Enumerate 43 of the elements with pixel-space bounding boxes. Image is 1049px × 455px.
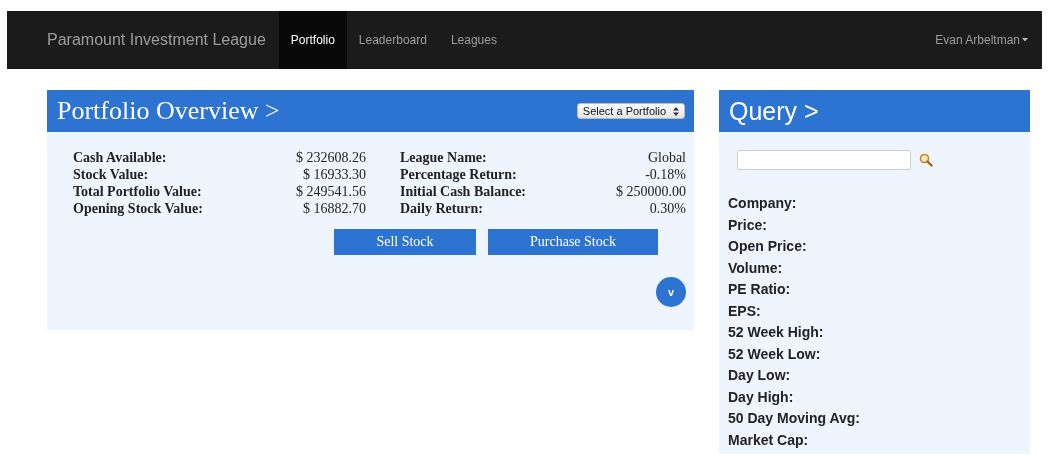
panel-title: Portfolio Overview >	[57, 96, 280, 126]
field-label: Company:	[728, 194, 798, 213]
field-label: Market Cap:	[728, 430, 810, 450]
field-label: PE Ratio:	[728, 280, 792, 299]
stat-label: Initial Cash Balance:	[400, 184, 527, 200]
stat-label: Total Portfolio Value:	[73, 184, 203, 200]
stat-label: Stock Value:	[73, 167, 150, 183]
field-label: Open Price:	[728, 237, 808, 256]
user-menu[interactable]: Evan Arbeltman	[935, 11, 1042, 69]
search-icon[interactable]	[919, 153, 933, 167]
field-label: Day High:	[728, 387, 795, 407]
stat-value: 0.30%	[648, 201, 686, 217]
portfolio-select[interactable]: Select a Portfolio	[576, 103, 685, 119]
stat-value: -0.18%	[644, 167, 686, 183]
stat-value: $ 16933.30	[302, 167, 366, 183]
field-label: Day Low:	[728, 366, 792, 385]
field-label: EPS:	[728, 301, 762, 321]
stat-label: Percentage Return:	[400, 167, 518, 183]
nav-tab[interactable]: Leagues	[438, 11, 509, 69]
stat-label: League Name:	[400, 150, 488, 166]
stat-value: $ 16882.70	[302, 201, 366, 217]
nav-tab[interactable]: Portfolio	[278, 11, 347, 69]
search-field[interactable]	[737, 150, 911, 170]
stat-label: Opening Stock Value:	[73, 201, 204, 217]
stat-value: $ 249541.56	[296, 184, 366, 200]
stat-label: Cash Available:	[73, 150, 168, 166]
sell-button[interactable]: Sell Stock	[334, 229, 476, 255]
field-label: 52 Week High:	[728, 323, 825, 342]
panel-title: Query >	[729, 96, 819, 126]
field-label: Price:	[728, 215, 768, 235]
stat-value: Global	[646, 150, 686, 166]
field-label: 52 Week Low:	[728, 344, 822, 364]
stat-value: $ 250000.00	[616, 184, 686, 200]
field-label: 50 Day Moving Avg:	[728, 409, 861, 428]
stat-value: $ 232608.26	[296, 150, 366, 166]
brand-link[interactable]: Paramount Investment League	[7, 11, 279, 69]
nav-tab[interactable]: Leaderboard	[346, 11, 439, 69]
stat-label: Daily Return:	[400, 201, 484, 217]
updown-arrows-icon[interactable]	[673, 106, 679, 116]
field-label: Volume:	[728, 258, 784, 278]
expand-button[interactable]: v	[656, 277, 686, 307]
purchase-button[interactable]: Purchase Stock	[488, 229, 658, 255]
caret-icon[interactable]	[1022, 38, 1028, 42]
